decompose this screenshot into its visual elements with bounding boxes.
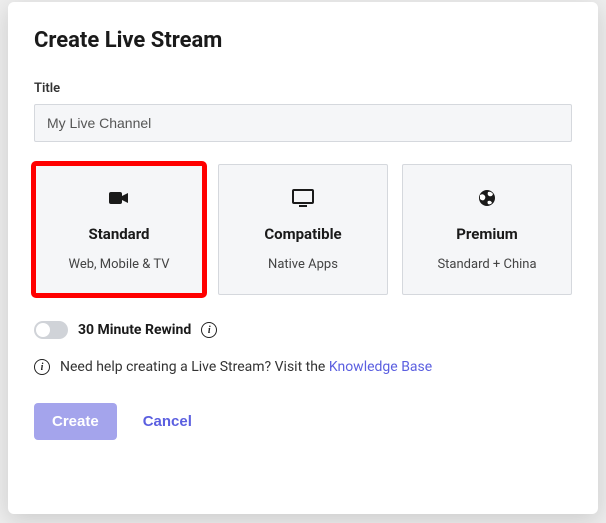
help-text-prefix: Need help creating a Live Stream? Visit …: [60, 359, 329, 375]
monitor-icon: [292, 187, 314, 209]
title-label: Title: [34, 81, 572, 96]
option-title: Standard: [88, 225, 149, 243]
modal-title: Create Live Stream: [34, 28, 572, 53]
option-premium[interactable]: Premium Standard + China: [402, 164, 572, 295]
option-desc: Native Apps: [268, 257, 338, 272]
rewind-label: 30 Minute Rewind: [78, 322, 191, 338]
option-title: Premium: [456, 225, 517, 243]
info-icon[interactable]: i: [201, 322, 217, 338]
modal-actions: Create Cancel: [34, 403, 572, 440]
option-standard[interactable]: Standard Web, Mobile & TV: [34, 164, 204, 295]
option-compatible[interactable]: Compatible Native Apps: [218, 164, 388, 295]
stream-type-options: Standard Web, Mobile & TV Compatible Nat…: [34, 164, 572, 295]
cancel-button[interactable]: Cancel: [143, 413, 192, 430]
knowledge-base-link[interactable]: Knowledge Base: [329, 359, 432, 375]
option-desc: Standard + China: [437, 257, 536, 272]
create-live-stream-modal: Create Live Stream Title Standard Web, M…: [8, 2, 598, 514]
option-desc: Web, Mobile & TV: [68, 257, 169, 272]
video-camera-icon: [108, 187, 130, 209]
help-row: i Need help creating a Live Stream? Visi…: [34, 359, 572, 375]
rewind-toggle[interactable]: [34, 321, 68, 339]
option-title: Compatible: [264, 225, 341, 243]
title-input[interactable]: [34, 104, 572, 142]
create-button[interactable]: Create: [34, 403, 117, 440]
toggle-knob: [36, 323, 50, 337]
info-icon: i: [34, 359, 50, 375]
rewind-toggle-row: 30 Minute Rewind i: [34, 321, 572, 339]
help-text: Need help creating a Live Stream? Visit …: [60, 359, 432, 375]
globe-icon: [476, 187, 498, 209]
